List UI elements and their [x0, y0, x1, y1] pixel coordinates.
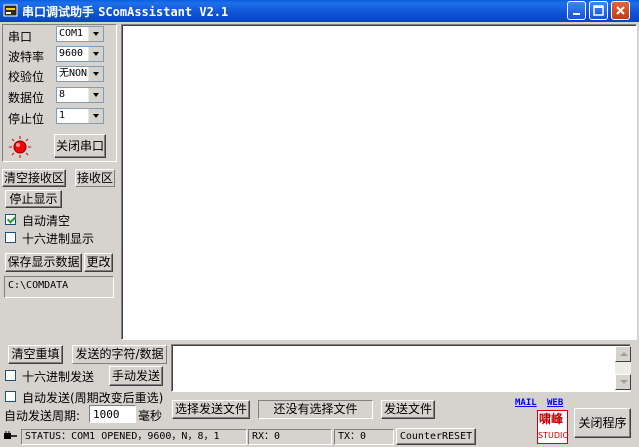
save-display-button[interactable]: 保存显示数据 [5, 253, 82, 272]
clear-send-button[interactable]: 清空重填 [8, 345, 63, 364]
scroll-down-icon[interactable] [615, 374, 631, 390]
maximize-icon [593, 5, 604, 16]
manual-send-button[interactable]: 手动发送 [109, 366, 163, 386]
close-port-button[interactable]: 关闭串口 [54, 134, 106, 158]
receive-textarea[interactable] [121, 24, 637, 340]
period-input[interactable]: 1000 [89, 405, 136, 423]
hex-display-checkbox[interactable] [5, 232, 16, 243]
stop-display-button[interactable]: 停止显示 [5, 190, 62, 208]
studio-logo: 啸峰 STUDIO [537, 410, 569, 444]
chevron-down-icon[interactable] [88, 109, 103, 123]
baud-select-value: 9600 [59, 48, 84, 59]
stopbits-select[interactable]: 1 [56, 108, 104, 124]
stopbits-select-value: 1 [59, 110, 66, 121]
send-file-button[interactable]: 发送文件 [381, 400, 435, 419]
chevron-down-icon[interactable] [88, 67, 103, 81]
select-file-button[interactable]: 选择发送文件 [172, 400, 250, 419]
change-path-button[interactable]: 更改 [84, 253, 113, 272]
databits-label: 数据位 [8, 91, 45, 105]
period-unit: 毫秒 [138, 409, 163, 423]
red-led-icon [9, 136, 31, 158]
exit-program-button[interactable]: 关闭程序 [574, 408, 631, 438]
save-path-text: C:\COMDATA [8, 280, 69, 291]
hex-display-label: 十六进制显示 [22, 232, 95, 246]
period-value: 1000 [93, 408, 120, 421]
parity-select[interactable]: 无NONE [56, 66, 104, 82]
title-bar[interactable]: 串口调试助手 SComAssistant V2.1 [0, 0, 639, 22]
stopbits-label: 停止位 [8, 112, 45, 126]
receive-area-label: 接收区 [75, 169, 115, 187]
window-title: 串口调试助手 SComAssistant V2.1 [22, 3, 228, 20]
counter-reset-button[interactable]: CounterRESET [396, 428, 476, 445]
port-label: 串口 [8, 30, 33, 44]
minimize-button[interactable] [567, 1, 586, 20]
baud-label: 波特率 [8, 50, 45, 64]
studio-logo-bottom: STUDIO [538, 431, 569, 440]
window-title-cn: 串口调试助手 [22, 5, 95, 19]
period-label: 自动发送周期: [4, 409, 81, 423]
save-path-box: C:\COMDATA [4, 276, 114, 298]
web-link[interactable]: WEB [547, 398, 563, 408]
chevron-down-icon[interactable] [88, 27, 103, 41]
send-area-label: 发送的字符/数据 [72, 345, 167, 364]
parity-label: 校验位 [8, 70, 45, 84]
scroll-up-icon[interactable] [615, 346, 631, 362]
window-title-en: SComAssistant V2.1 [98, 5, 229, 19]
hex-send-label: 十六进制发送 [22, 370, 95, 384]
hex-send-checkbox[interactable] [5, 370, 16, 381]
file-status: 还没有选择文件 [258, 400, 373, 419]
auto-clear-label: 自动清空 [22, 214, 71, 228]
databits-select-value: 8 [59, 89, 66, 100]
tx-counter: TX：0 [334, 429, 394, 445]
minimize-icon [573, 13, 580, 15]
send-textarea[interactable] [171, 344, 631, 392]
send-scrollbar[interactable] [615, 346, 631, 390]
auto-send-label: 自动发送(周期改变后重选) [22, 391, 164, 405]
chevron-down-icon[interactable] [88, 47, 103, 61]
status-plug-icon [4, 431, 17, 439]
mail-link[interactable]: MAIL [515, 398, 537, 408]
auto-send-checkbox[interactable] [5, 391, 16, 402]
chevron-down-icon[interactable] [88, 88, 103, 102]
port-select[interactable]: COM1 [56, 26, 104, 42]
maximize-button[interactable] [589, 1, 608, 20]
port-select-value: COM1 [59, 28, 84, 39]
close-button[interactable] [611, 1, 630, 20]
baud-select[interactable]: 9600 [56, 46, 104, 62]
auto-clear-checkbox[interactable] [5, 214, 16, 225]
close-icon [616, 6, 625, 15]
studio-logo-top: 啸峰 [539, 412, 564, 426]
status-text: STATUS：COM1 OPENED，9600，N，8，1 [21, 429, 247, 445]
databits-select[interactable]: 8 [56, 87, 104, 103]
serial-app-icon [3, 4, 18, 17]
clear-receive-button[interactable]: 清空接收区 [2, 169, 66, 187]
rx-counter: RX：0 [248, 429, 332, 445]
main-window: 串口 COM1 波特率 9600 校验位 无NONE 数据位 8 停止位 1 关… [0, 22, 639, 447]
